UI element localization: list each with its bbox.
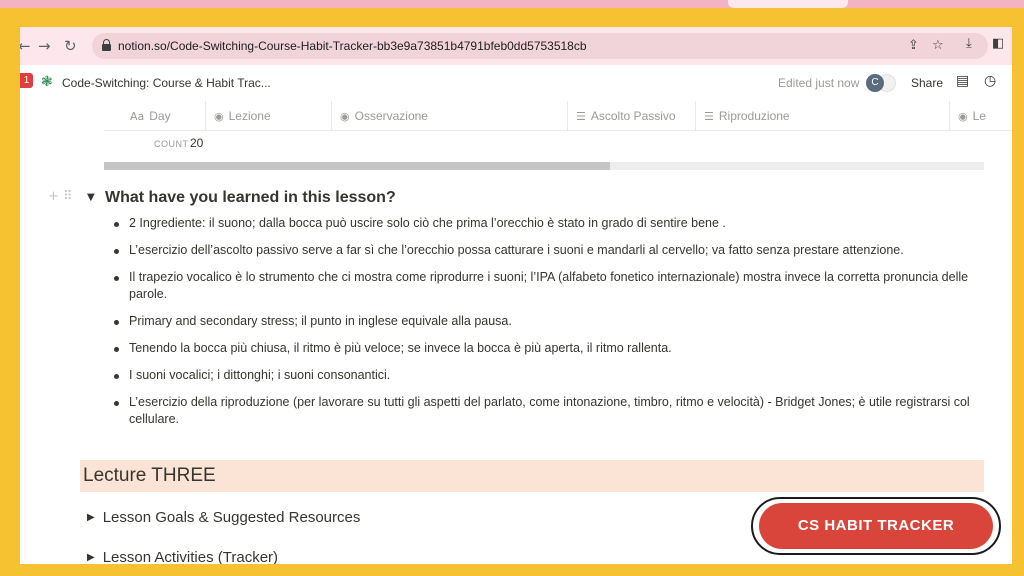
toggle-expanded-icon[interactable]: ▼ xyxy=(87,192,95,203)
lecture-heading: Lecture THREE xyxy=(83,465,216,486)
column-header-riproduzione[interactable]: ☰ Riproduzione xyxy=(696,101,950,131)
column-label: Ascolto Passivo xyxy=(590,109,676,123)
column-label: Lezione xyxy=(228,109,271,123)
cs-habit-tracker-button[interactable]: CS HABIT TRACKER xyxy=(759,503,993,549)
toggle-label: Lesson Goals & Suggested Resources xyxy=(102,509,361,526)
block-add-drag-handle-icon[interactable]: + ⠿ xyxy=(48,189,73,204)
comments-icon[interactable]: ▤ xyxy=(956,73,969,89)
share-button[interactable]: Share xyxy=(911,76,943,90)
list-item: 2 Ingrediente: il suono; dalla bocca può… xyxy=(112,215,992,232)
address-bar[interactable]: notion.so/Code-Switching-Course-Habit-Tr… xyxy=(92,33,988,59)
lock-icon xyxy=(102,39,111,51)
top-decoration-pill xyxy=(728,0,848,8)
column-header-le[interactable]: ◉ Le xyxy=(950,101,1012,131)
lecture-heading-block: Lecture THREE xyxy=(80,460,984,492)
toggle-collapsed-icon[interactable]: ▶ xyxy=(87,552,95,563)
toggle-heading[interactable]: What have you learned in this lesson? xyxy=(105,189,396,207)
column-header-lezione[interactable]: ◉ Lezione xyxy=(206,101,332,131)
select-property-icon: ◉ xyxy=(958,110,968,123)
select-property-icon: ◉ xyxy=(214,110,224,123)
avatar[interactable]: C xyxy=(866,74,884,92)
column-label: Le xyxy=(972,109,986,123)
edited-status: Edited just now xyxy=(778,76,860,90)
back-arrow-icon[interactable]: ← xyxy=(20,36,31,56)
reload-icon[interactable]: ↻ xyxy=(64,36,77,56)
list-item: L’esercizio della riproduzione (per lavo… xyxy=(112,394,992,428)
list-item: L’esercizio dell’ascolto passivo serve a… xyxy=(112,242,992,259)
count-label: COUNT xyxy=(154,139,189,149)
select-property-icon: ◉ xyxy=(340,110,350,123)
page-emoji-icon: ❃ xyxy=(41,74,53,90)
url-text[interactable]: notion.so/Code-Switching-Course-Habit-Tr… xyxy=(118,39,587,53)
table-count-row: COUNT 20 xyxy=(104,131,1012,157)
toggle-label: Lesson Activities (Tracker) xyxy=(102,549,279,564)
multiselect-property-icon: ☰ xyxy=(704,110,714,123)
browser-toolbar: ← → ↻ notion.so/Code-Switching-Course-Ha… xyxy=(20,27,1012,65)
column-header-osservazione[interactable]: ◉ Osservazione xyxy=(332,101,568,131)
list-item: Primary and secondary stress; il punto i… xyxy=(112,313,992,330)
text-property-icon: Aa xyxy=(130,110,145,123)
multiselect-property-icon: ☰ xyxy=(576,110,586,123)
column-header-day[interactable]: Aa Day xyxy=(104,101,206,131)
column-label: Osservazione xyxy=(354,109,428,123)
list-item: I suoni vocalici; i dittonghi; i suoni c… xyxy=(112,367,992,384)
notification-badge[interactable]: 1 xyxy=(20,73,33,88)
download-icon[interactable]: ⤓ xyxy=(966,36,972,51)
breadcrumb-page-title[interactable]: Code-Switching: Course & Habit Trac... xyxy=(62,76,271,90)
column-header-ascolto-passivo[interactable]: ☰ Ascolto Passivo xyxy=(568,101,696,131)
column-label: Riproduzione xyxy=(718,109,790,123)
toggle-lesson-activities[interactable]: ▶ Lesson Activities (Tracker) xyxy=(87,549,278,564)
forward-arrow-icon[interactable]: → xyxy=(38,36,51,56)
notion-topbar: 1 ❃ Code-Switching: Course & Habit Trac.… xyxy=(20,65,1012,101)
scrollbar-thumb[interactable] xyxy=(104,162,610,170)
screenshot-frame: ← → ↻ notion.so/Code-Switching-Course-Ha… xyxy=(20,27,1012,564)
history-clock-icon[interactable]: ◷ xyxy=(984,73,996,89)
toggle-collapsed-icon[interactable]: ▶ xyxy=(87,512,95,523)
horizontal-scrollbar[interactable] xyxy=(104,162,984,170)
bookmark-star-icon[interactable]: ☆ xyxy=(932,38,944,53)
count-value: 20 xyxy=(190,136,204,150)
share-page-icon[interactable]: ⇪ xyxy=(908,38,919,53)
column-label: Day xyxy=(149,109,171,123)
database-table-header: Aa Day ◉ Lezione ◉ Osservazione ☰ Ascolto Pa… xyxy=(104,101,1012,131)
top-decoration-bar xyxy=(0,0,1024,8)
bullet-list: 2 Ingrediente: il suono; dalla bocca può… xyxy=(112,215,992,438)
side-panel-icon[interactable]: ◧ xyxy=(992,36,1004,51)
list-item: Il trapezio vocalico è lo strumento che … xyxy=(112,269,992,303)
toggle-lesson-goals[interactable]: ▶ Lesson Goals & Suggested Resources xyxy=(87,509,360,526)
list-item: Tenendo la bocca più chiusa, il ritmo è … xyxy=(112,340,992,357)
